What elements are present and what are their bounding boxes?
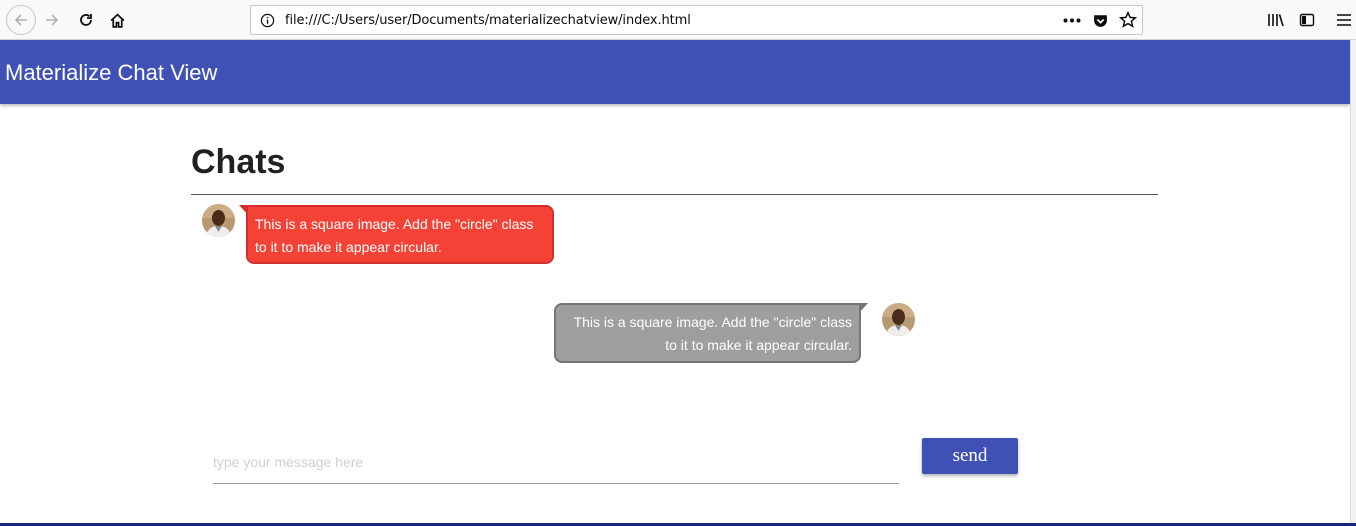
- page-title: Chats: [191, 143, 286, 181]
- avatar: [882, 303, 915, 336]
- avatar: [202, 204, 235, 237]
- home-button[interactable]: [103, 6, 131, 34]
- star-icon[interactable]: [1119, 11, 1137, 29]
- more-icon[interactable]: [1063, 18, 1081, 23]
- reload-icon: [80, 14, 92, 26]
- home-icon: [110, 13, 124, 28]
- library-button[interactable]: [1262, 6, 1290, 34]
- chat-message-right: This is a square image. Add the "circle"…: [554, 303, 868, 363]
- sidebar-button[interactable]: [1293, 6, 1321, 34]
- divider: [191, 194, 1158, 195]
- forward-button[interactable]: [38, 6, 66, 34]
- browser-toolbar: file:///C:/Users/user/Documents/material…: [0, 0, 1356, 40]
- brand-title[interactable]: Materialize Chat View: [5, 60, 217, 86]
- navbar: Materialize Chat View: [0, 40, 1350, 104]
- back-button[interactable]: [6, 5, 36, 35]
- info-icon[interactable]: [260, 13, 275, 28]
- arrow-right-icon: [46, 14, 59, 26]
- message-text-line: to it to make it appear circular.: [255, 239, 442, 255]
- hamburger-menu-icon: [1337, 14, 1351, 26]
- send-button[interactable]: send: [922, 438, 1018, 474]
- scrollbar[interactable]: [1350, 40, 1356, 526]
- library-icon: [1268, 14, 1284, 27]
- chat-message-left: This is a square image. Add the "circle"…: [239, 205, 554, 264]
- sidebar-icon: [1299, 13, 1315, 27]
- url-text: file:///C:/Users/user/Documents/material…: [285, 13, 691, 28]
- user-avatar-icon: [882, 303, 915, 336]
- message-text-line: to it to make it appear circular.: [665, 337, 852, 353]
- arrow-left-icon: [14, 14, 27, 26]
- message-text-line: This is a square image. Add the "circle"…: [255, 216, 534, 232]
- address-bar[interactable]: file:///C:/Users/user/Documents/material…: [250, 5, 1143, 35]
- message-text-line: This is a square image. Add the "circle"…: [573, 314, 852, 330]
- user-avatar-icon: [202, 204, 235, 237]
- menu-button[interactable]: [1330, 6, 1356, 34]
- reload-button[interactable]: [72, 6, 100, 34]
- message-input[interactable]: [213, 440, 899, 484]
- pocket-icon[interactable]: [1092, 12, 1109, 29]
